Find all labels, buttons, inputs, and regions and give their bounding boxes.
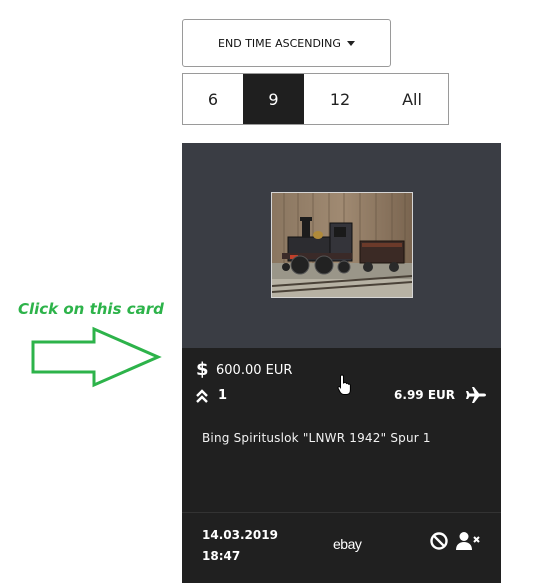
airplane-icon xyxy=(466,387,486,403)
end-time: 18:47 xyxy=(202,549,241,563)
block-icon[interactable] xyxy=(429,531,449,551)
page-size-selector: 6 9 12 All xyxy=(182,73,449,125)
annotation-text: Click on this card xyxy=(18,300,164,318)
price-value: 600.00 EUR xyxy=(216,362,293,378)
shipping-value: 6.99 EUR xyxy=(394,388,455,402)
page-size-option-12[interactable]: 12 xyxy=(304,74,376,124)
caret-down-icon xyxy=(346,41,355,46)
train-photo-image xyxy=(272,193,412,297)
bids-row: 1 xyxy=(196,388,227,403)
sort-dropdown-label: END TIME ASCENDING xyxy=(218,36,341,50)
page-size-option-6[interactable]: 6 xyxy=(183,74,243,124)
remove-user-icon[interactable] xyxy=(455,531,481,551)
card-image-area xyxy=(182,143,501,348)
arrow-right-icon xyxy=(31,326,162,388)
page-size-option-9[interactable]: 9 xyxy=(243,74,304,124)
bids-count: 1 xyxy=(218,388,228,403)
ebay-logo: ebay xyxy=(333,536,362,552)
end-datetime: 14.03.2019 18:47 xyxy=(202,525,278,567)
shipping-cost: 6.99 EUR xyxy=(394,386,487,404)
auction-card[interactable]: $ 600.00 EUR 1 6.99 EUR Bing Spirituslok… xyxy=(182,143,501,583)
listing-title: Bing Spirituslok "LNWR 1942" Spur 1 xyxy=(202,431,431,445)
end-date: 14.03.2019 xyxy=(202,528,278,542)
double-chevron-up-icon xyxy=(196,388,208,403)
price-row: $ 600.00 EUR xyxy=(196,361,292,379)
page-size-option-all[interactable]: All xyxy=(376,74,448,124)
dollar-icon: $ xyxy=(196,359,209,380)
hand-cursor-icon xyxy=(337,374,351,395)
sort-dropdown-button[interactable]: END TIME ASCENDING xyxy=(182,19,391,67)
train-photo[interactable] xyxy=(271,192,413,298)
card-actions xyxy=(429,531,481,551)
